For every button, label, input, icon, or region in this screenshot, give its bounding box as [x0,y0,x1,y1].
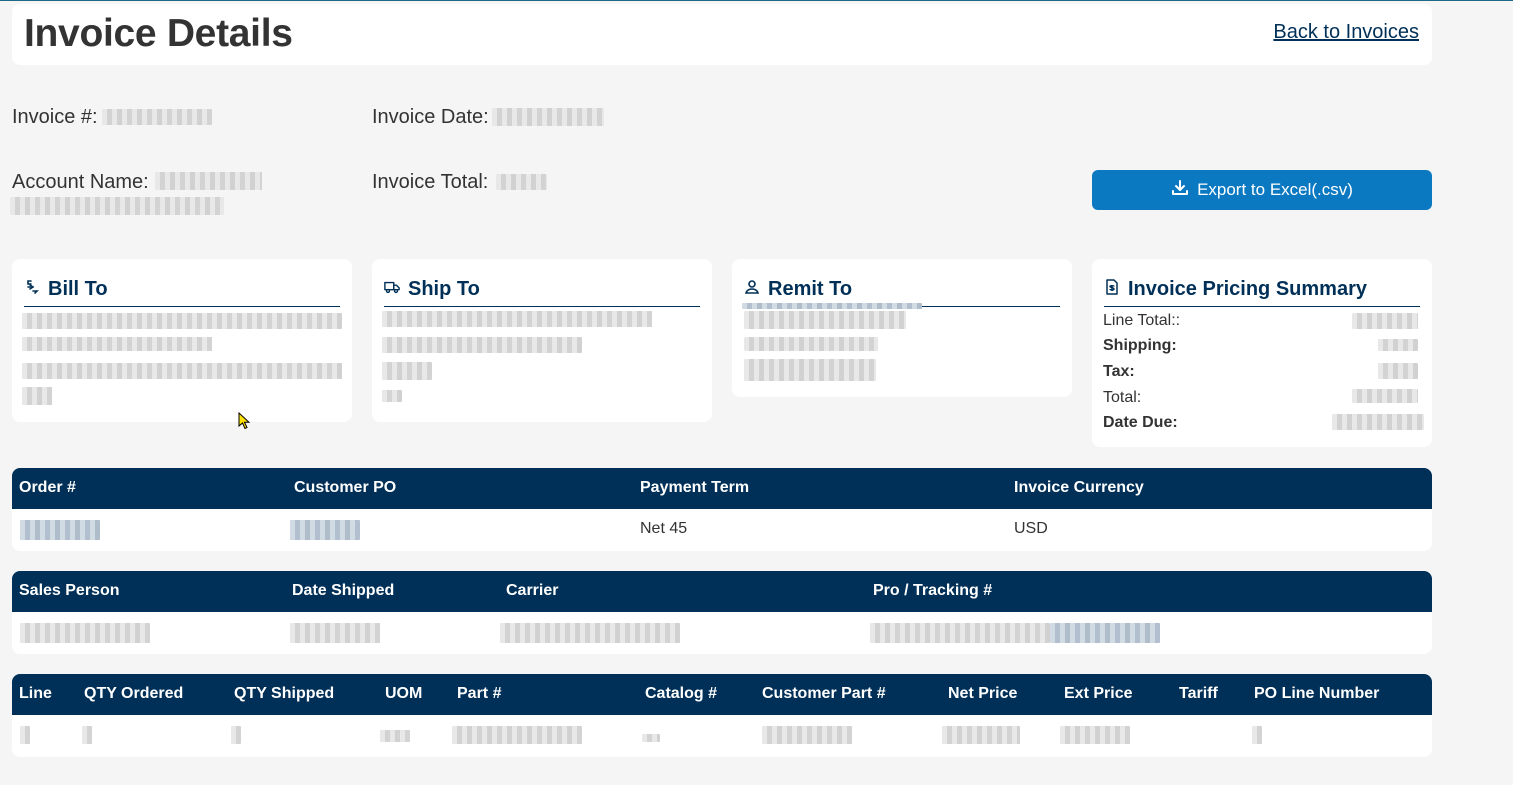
order-number-value [20,520,100,540]
date-due-value [1332,414,1424,430]
net-price-value [942,726,1020,744]
col-carrier: Carrier [506,582,559,599]
bill-to-line-1 [22,313,342,329]
po-line-number-value [1252,726,1262,744]
sales-person-value [20,623,150,643]
back-to-invoices-link[interactable]: Back to Invoices [1273,21,1419,44]
shipping-value [1378,339,1418,351]
col-order-number: Order # [19,479,76,496]
mouse-cursor-icon [238,411,252,435]
invoice-number-value [102,109,212,125]
remit-to-header: Remit To [744,273,1060,307]
total-value [1352,389,1418,403]
pricing-summary-header: Invoice Pricing Summary [1104,273,1420,307]
invoice-number-label: Invoice #: [12,106,98,128]
remit-to-line-1 [744,311,906,329]
remit-to-card: Remit To [732,259,1072,397]
tracking-link-value[interactable] [1050,623,1160,643]
currency-value: USD [1014,520,1048,537]
date-due-label: Date Due: [1103,414,1178,431]
order-info-table: Order # Customer PO Payment Term Invoice… [12,468,1432,551]
download-icon [1171,179,1189,202]
bill-to-header: Bill To [24,273,340,307]
shipping-table-header: Sales Person Date Shipped Carrier Pro / … [12,571,1432,612]
bill-to-line-3 [22,363,342,379]
invoice-date-value [492,108,604,126]
tracking-value [870,623,1050,643]
line-total-value [1352,313,1418,329]
top-border [0,0,1513,1]
ship-to-line-3 [382,362,432,380]
shipping-info-table: Sales Person Date Shipped Carrier Pro / … [12,571,1432,654]
col-qty-ordered: QTY Ordered [84,685,184,702]
col-date-shipped: Date Shipped [292,582,395,599]
ship-to-line-4 [382,390,402,402]
col-customer-po: Customer PO [294,479,397,496]
date-shipped-value [290,623,380,643]
invoice-total-value [496,174,547,190]
ship-to-title: Ship To [408,278,480,300]
col-line: Line [19,685,52,702]
ship-to-header: Ship To [384,273,700,307]
truck-icon [384,278,400,301]
document-icon [1104,278,1120,301]
qty-ordered-value [82,726,92,744]
carrier-value [500,623,680,643]
pricing-summary-card: Invoice Pricing Summary Line Total:: Shi… [1092,259,1432,447]
invoice-date-label: Invoice Date: [372,106,489,128]
col-part-number: Part # [457,685,502,702]
col-tracking: Pro / Tracking # [873,582,993,599]
col-invoice-currency: Invoice Currency [1014,479,1144,496]
dollar-arrow-icon [24,278,40,301]
shipping-label: Shipping: [1103,337,1177,354]
account-name-value-line2 [10,197,224,215]
col-sales-person: Sales Person [19,582,120,599]
remit-to-line-2 [744,337,878,351]
line-items-header: Line QTY Ordered QTY Shipped UOM Part # … [12,674,1432,715]
col-po-line-number: PO Line Number [1254,685,1380,702]
col-payment-term: Payment Term [640,479,750,496]
export-csv-button[interactable]: Export to Excel(.csv) [1092,170,1432,210]
invoice-total-label: Invoice Total: [372,171,489,193]
remit-to-line-3 [744,359,876,381]
col-qty-shipped: QTY Shipped [234,685,335,702]
bill-to-line-2 [22,337,212,351]
col-uom: UOM [385,685,423,702]
ext-price-value [1060,726,1130,744]
page-header: Invoice Details Back to Invoices [12,4,1432,65]
col-ext-price: Ext Price [1064,685,1133,702]
catalog-number-value [642,734,660,742]
ship-to-line-2 [382,337,582,353]
qty-shipped-value [231,726,241,744]
bill-to-card: Bill To [12,259,352,422]
part-number-value [452,726,582,744]
col-tariff: Tariff [1179,685,1218,702]
customer-po-value [290,520,360,540]
line-value [20,726,30,744]
payment-term-value: Net 45 [640,520,688,537]
remit-to-title: Remit To [768,278,853,300]
col-net-price: Net Price [948,685,1018,702]
total-label: Total: [1103,389,1142,406]
order-table-header: Order # Customer PO Payment Term Invoice… [12,468,1432,509]
tax-value [1378,363,1418,379]
bill-to-title: Bill To [48,278,108,300]
uom-value [380,730,410,742]
col-catalog-number: Catalog # [645,685,718,702]
line-items-table: Line QTY Ordered QTY Shipped UOM Part # … [12,674,1432,757]
account-name-label: Account Name: [12,171,149,193]
remit-to-highlight [742,303,922,309]
ship-to-line-1 [382,311,652,327]
ship-to-card: Ship To [372,259,712,422]
page-title: Invoice Details [24,12,293,55]
export-csv-label: Export to Excel(.csv) [1197,180,1353,199]
pricing-summary-title: Invoice Pricing Summary [1128,278,1367,300]
col-customer-part-number: Customer Part # [762,685,886,702]
user-icon [744,278,760,301]
customer-part-number-value [762,726,852,744]
line-total-label: Line Total:: [1103,312,1181,329]
bill-to-line-4 [22,387,52,405]
tax-label: Tax: [1103,363,1135,380]
account-name-value [155,172,262,190]
